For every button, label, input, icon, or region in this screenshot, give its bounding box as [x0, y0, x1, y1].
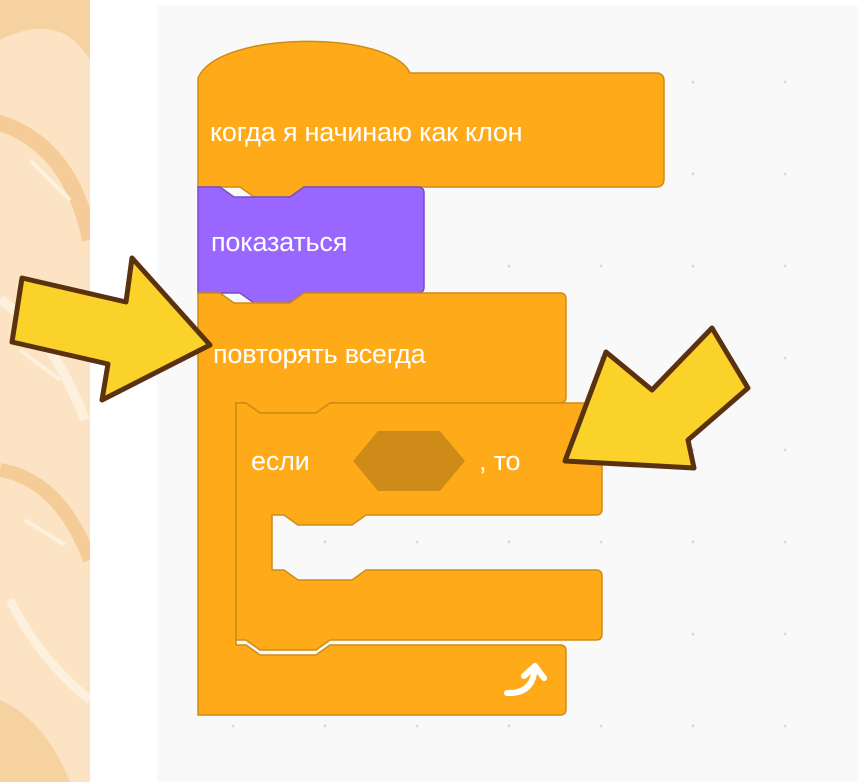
then-label: , то: [479, 446, 521, 476]
hat-block-label: когда я начинаю как клон: [210, 117, 523, 147]
if-label: если: [251, 446, 310, 476]
show-block-label: показаться: [211, 227, 348, 257]
forever-block-label: повторять всегда: [213, 339, 426, 369]
